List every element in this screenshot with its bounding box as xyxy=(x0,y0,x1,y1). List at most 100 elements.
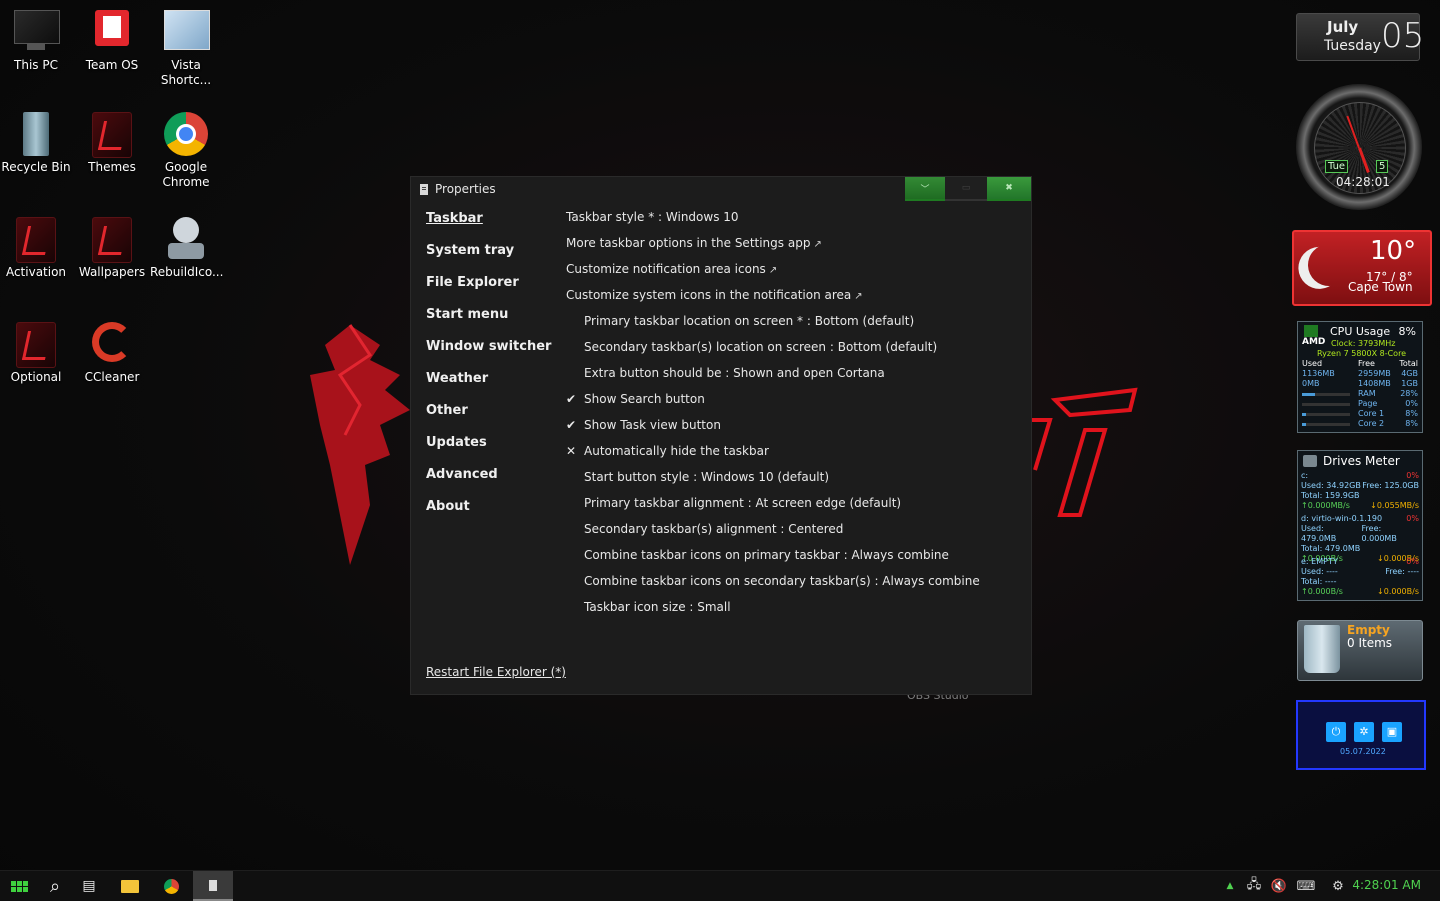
rebuild-icon xyxy=(164,217,208,261)
nav-taskbar[interactable]: Taskbar xyxy=(426,210,551,242)
option-row[interactable]: Primary taskbar location on screen * : B… xyxy=(566,312,980,338)
volume-button[interactable]: 🔇 xyxy=(1268,871,1290,901)
option-row[interactable]: Primary taskbar alignment : At screen ed… xyxy=(566,494,980,520)
option-row[interactable]: Combine taskbar icons on primary taskbar… xyxy=(566,546,980,572)
option-row[interactable]: Secondary taskbar(s) alignment : Centere… xyxy=(566,520,980,546)
date-widget: July Tuesday 05 xyxy=(1296,13,1424,61)
cpu-clock: Clock: 3793MHz xyxy=(1331,339,1396,348)
drives-meter-widget: Drives Meter c: 0% Used: 34.92GB Free: 125.… xyxy=(1297,450,1423,601)
task-view-button[interactable]: ▤ xyxy=(70,871,108,901)
taskbar-clock[interactable]: 4:28:01 AM xyxy=(1352,878,1421,892)
file-explorer-button[interactable] xyxy=(111,871,149,901)
col-total: Total xyxy=(1399,359,1418,368)
option-row[interactable]: Taskbar icon size : Small xyxy=(566,598,980,624)
desktop-icon-ccleaner[interactable]: CCleaner xyxy=(76,322,148,385)
option-row[interactable]: Customize system icons in the notificati… xyxy=(566,286,980,312)
option-text: Customize notification area icons xyxy=(566,262,766,276)
desktop-icon-team-os[interactable]: Team OS xyxy=(76,10,148,73)
desktop-icon-vista[interactable]: Vista Shortc... xyxy=(150,10,222,88)
option-text: Primary taskbar alignment : At screen ed… xyxy=(584,496,902,510)
option-row[interactable]: Secondary taskbar(s) location on screen … xyxy=(566,338,980,364)
drive-total: Total: 159.9GB xyxy=(1301,491,1360,500)
option-row[interactable]: Combine taskbar icons on secondary taskb… xyxy=(566,572,980,598)
weather-widget[interactable]: 10° 17° / 8° Cape Town xyxy=(1292,230,1432,306)
nav-window-switcher[interactable]: Window switcher xyxy=(426,338,551,370)
settings-button[interactable]: ⚙ xyxy=(1326,871,1350,901)
meter-row: Core 2 8% xyxy=(1302,419,1418,429)
meter-row: Page 0% xyxy=(1302,399,1418,409)
nav-advanced[interactable]: Advanced xyxy=(426,466,551,498)
cpu-brand: AMD xyxy=(1302,337,1326,347)
option-row[interactable]: Extra button should be : Shown and open … xyxy=(566,364,980,390)
nav-start-menu[interactable]: Start menu xyxy=(426,306,551,338)
network-button[interactable]: 🖧 xyxy=(1242,871,1266,901)
nav-other[interactable]: Other xyxy=(426,402,551,434)
icon-label: Activation xyxy=(5,265,67,279)
analog-clock-widget: Tue 5 04:28:01 xyxy=(1296,84,1422,210)
option-row[interactable]: ✔ Show Task view button xyxy=(566,416,980,442)
clock-date-number: 5 xyxy=(1376,160,1389,173)
meter-name: RAM xyxy=(1357,389,1376,398)
minimize-button[interactable]: ﹀ xyxy=(905,177,945,201)
option-text: Combine taskbar icons on secondary taskb… xyxy=(584,574,980,588)
lock-button[interactable]: ▣ xyxy=(1382,722,1402,742)
minimize-icon: ﹀ xyxy=(920,184,930,195)
meter-bar xyxy=(1302,419,1358,429)
nav-weather[interactable]: Weather xyxy=(426,370,551,402)
desktop-icon-wallpapers[interactable]: Wallpapers xyxy=(76,217,148,280)
meter-bar xyxy=(1302,409,1358,419)
dragon-logo xyxy=(310,324,410,565)
file-explorer-icon xyxy=(121,879,139,893)
drive-used: Used: 479.0MB xyxy=(1301,524,1337,543)
option-row[interactable]: ✕ Automatically hide the taskbar xyxy=(566,442,980,468)
option-row[interactable]: More taskbar options in the Settings app… xyxy=(566,234,980,260)
nav-system-tray[interactable]: System tray xyxy=(426,242,551,274)
option-row[interactable]: Customize notification area icons ↗ xyxy=(566,260,980,286)
close-button[interactable]: ✖ xyxy=(987,177,1031,201)
option-row[interactable]: Start button style : Windows 10 (default… xyxy=(566,468,980,494)
properties-taskbar-button[interactable] xyxy=(193,871,233,901)
option-row[interactable]: ✔ Show Search button xyxy=(566,390,980,416)
desktop-icon-chrome[interactable]: Google Chrome xyxy=(150,112,222,190)
nav-updates[interactable]: Updates xyxy=(426,434,551,466)
option-text: Show Search button xyxy=(584,392,705,406)
keyboard-button[interactable]: ⌨ xyxy=(1292,871,1320,901)
weather-temp: 10° xyxy=(1370,236,1417,266)
option-text: Primary taskbar location on screen * : B… xyxy=(584,314,915,328)
recycle-bin-widget[interactable]: Empty 0 Items xyxy=(1297,620,1423,681)
desktop-icon-recycle-bin[interactable]: Recycle Bin xyxy=(0,112,72,175)
power-button[interactable]: ⏻ xyxy=(1326,722,1346,742)
optional-icon xyxy=(14,322,58,368)
search-button[interactable]: ⌕ xyxy=(36,871,74,901)
restart-file-explorer-link[interactable]: Restart File Explorer (*) xyxy=(426,665,566,679)
nav-file-explorer[interactable]: File Explorer xyxy=(426,274,551,306)
drive-download: ↓0.000B/s xyxy=(1377,587,1419,596)
option-row[interactable]: Taskbar style * : Windows 10 xyxy=(566,208,980,234)
option-text: Automatically hide the taskbar xyxy=(584,444,769,458)
show-hidden-icons-button[interactable]: ▲ xyxy=(1222,871,1238,901)
monitor-icon xyxy=(14,10,60,54)
chevron-up-icon: ▲ xyxy=(1226,881,1234,891)
desktop-icon-rebuild[interactable]: RebuildIco... xyxy=(150,217,223,280)
search-icon: ⌕ xyxy=(49,875,61,897)
nav-about[interactable]: About xyxy=(426,498,551,530)
drive-percent: 0% xyxy=(1406,514,1419,523)
start-button[interactable] xyxy=(0,871,38,901)
restart-button[interactable]: ✲ xyxy=(1354,722,1374,742)
maximize-button[interactable]: ▭ xyxy=(945,177,987,201)
external-link-icon: ↗ xyxy=(813,239,822,250)
meter-value: 0% xyxy=(1405,399,1418,408)
power-date: 05.07.2022 xyxy=(1340,747,1386,756)
cpu-percent: 8% xyxy=(1398,325,1416,338)
desktop-icon-optional[interactable]: Optional xyxy=(0,322,72,385)
desktop-icon-activation[interactable]: Activation xyxy=(0,217,72,280)
drive-used: Used: ---- xyxy=(1301,567,1338,576)
desktop-icon-this-pc[interactable]: This PC xyxy=(0,10,72,73)
meter-bar xyxy=(1302,399,1358,409)
meter-row: RAM 28% xyxy=(1302,389,1418,399)
keyboard-icon: ⌨ xyxy=(1296,878,1316,894)
themes-icon xyxy=(90,112,134,158)
desktop-icon-themes[interactable]: Themes xyxy=(76,112,148,175)
chrome-taskbar-button[interactable] xyxy=(152,871,190,901)
memory-table: Used Free Total 1136MB 2959MB 4GB 0MB 14… xyxy=(1302,359,1418,429)
